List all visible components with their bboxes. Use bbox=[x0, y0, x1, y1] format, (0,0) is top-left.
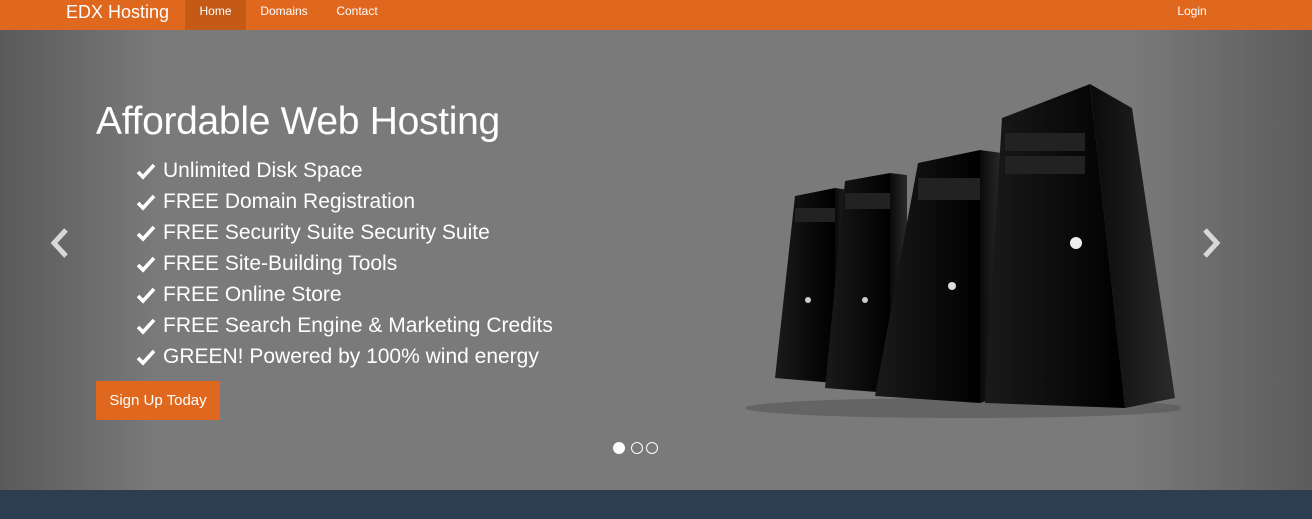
footer-band bbox=[0, 490, 1312, 519]
feature-item: FREE Domain Registration bbox=[136, 186, 553, 217]
check-icon bbox=[136, 163, 156, 180]
carousel-dot-2[interactable] bbox=[631, 442, 643, 454]
server-towers-image bbox=[745, 84, 1180, 418]
feature-label: FREE Security Suite Security Suite bbox=[163, 220, 490, 244]
hero-title: Affordable Web Hosting bbox=[96, 100, 500, 143]
nav-home[interactable]: Home bbox=[185, 0, 246, 30]
feature-item: FREE Online Store bbox=[136, 279, 553, 310]
nav-domains[interactable]: Domains bbox=[250, 0, 318, 30]
check-icon bbox=[136, 194, 156, 211]
carousel-dot-1[interactable] bbox=[613, 442, 625, 454]
nav-contact[interactable]: Contact bbox=[326, 0, 388, 30]
sign-up-button[interactable]: Sign Up Today bbox=[96, 381, 220, 420]
feature-item: Unlimited Disk Space bbox=[136, 155, 553, 186]
check-icon bbox=[136, 318, 156, 335]
chevron-right-icon[interactable] bbox=[1200, 226, 1222, 260]
feature-label: FREE Site-Building Tools bbox=[163, 251, 398, 275]
feature-label: FREE Search Engine & Marketing Credits bbox=[163, 313, 553, 337]
feature-label: FREE Domain Registration bbox=[163, 189, 416, 213]
feature-label: Unlimited Disk Space bbox=[163, 158, 363, 182]
feature-label: FREE Online Store bbox=[163, 282, 342, 306]
carousel-dot-3[interactable] bbox=[646, 442, 658, 454]
feature-item: GREEN! Powered by 100% wind energy bbox=[136, 341, 553, 372]
top-navbar: EDX Hosting Home Domains Contact Login bbox=[0, 0, 1312, 30]
feature-item: FREE Search Engine & Marketing Credits bbox=[136, 310, 553, 341]
check-icon bbox=[136, 225, 156, 242]
feature-label: GREEN! Powered by 100% wind energy bbox=[163, 344, 539, 368]
brand-logo-link[interactable]: EDX Hosting bbox=[66, 0, 169, 30]
check-icon bbox=[136, 287, 156, 304]
feature-item: FREE Security Suite Security Suite bbox=[136, 217, 553, 248]
hero-carousel: Affordable Web Hosting Unlimited Disk Sp… bbox=[0, 30, 1312, 490]
chevron-left-icon[interactable] bbox=[49, 226, 71, 260]
check-icon bbox=[136, 349, 156, 366]
nav-login[interactable]: Login bbox=[1170, 0, 1214, 30]
feature-list: Unlimited Disk Space FREE Domain Registr… bbox=[136, 155, 553, 372]
check-icon bbox=[136, 256, 156, 273]
feature-item: FREE Site-Building Tools bbox=[136, 248, 553, 279]
